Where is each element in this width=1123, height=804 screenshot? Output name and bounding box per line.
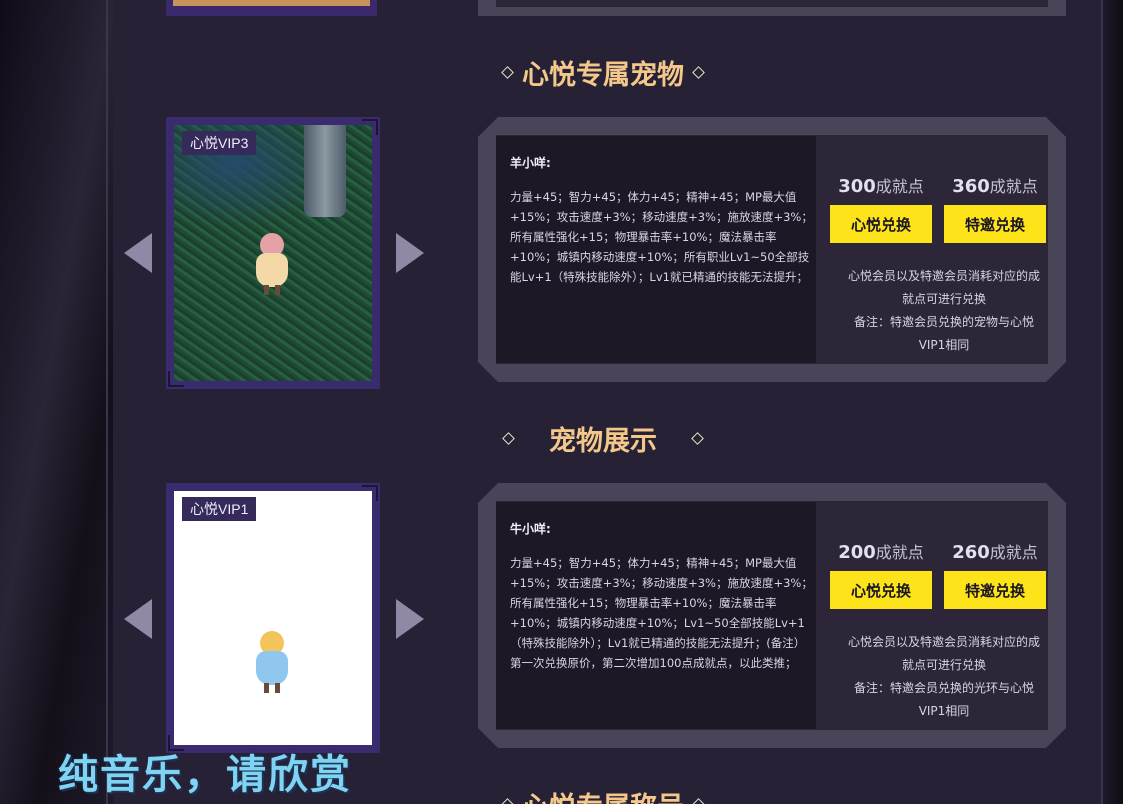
cost-value: 260 [952,542,990,563]
section-title-exclusive-title: 心悦专属称号 [478,784,728,804]
sprite-leg [275,683,280,693]
vip-tag: 心悦VIP3 [182,131,257,155]
pet-description-box: 羊小咩: 力量+45；智力+45；体力+45；精神+45；MP最大值+15%；攻… [496,136,816,363]
panel-corner [1046,362,1066,382]
music-banner: 纯音乐，请欣赏 [58,752,352,798]
diamond-icon [501,797,514,804]
cost-value: 200 [838,542,876,563]
prev-arrow-icon[interactable] [124,233,152,273]
pet-attributes: 力量+45；智力+45；体力+45；精神+45；MP最大值+15%；攻击速度+3… [510,556,813,670]
pet-info-panel: 牛小咩: 力量+45；智力+45；体力+45；精神+45；MP最大值+15%；攻… [478,483,1066,748]
pet-name: 羊小咩: [510,156,551,170]
next-arrow-icon[interactable] [396,233,424,273]
xinyue-cost-column: 200成就点 心悦兑换 [830,539,932,609]
diamond-icon [692,797,705,804]
xinyue-exchange-button[interactable]: 心悦兑换 [830,205,932,243]
tree-trunk [304,125,346,217]
section-title-text: 心悦专属称号 [522,785,684,804]
cost-unit: 成就点 [875,543,924,562]
sprite-leg [275,285,280,295]
panel-corner [478,483,498,503]
pet-info-panel: 羊小咩: 力量+45；智力+45；体力+45；精神+45；MP最大值+15%；攻… [478,117,1066,382]
note-line: 备注：特邀会员兑换的宠物与心悦VIP1相同 [853,315,1034,352]
xinyue-exchange-button[interactable]: 心悦兑换 [830,571,932,609]
previous-pet-image-remnant [166,0,377,16]
cost-group: 200成就点 心悦兑换 260成就点 特邀兑换 [830,539,1046,609]
section-title-text: 宠物展示 [549,425,657,457]
left-background [0,0,113,804]
pet-description-box: 牛小咩: 力量+45；智力+45；体力+45；精神+45；MP最大值+15%；攻… [496,502,816,729]
panel-corner [1046,483,1066,503]
sprite-leg [264,683,269,693]
cost-group: 300成就点 心悦兑换 360成就点 特邀兑换 [830,173,1046,243]
panel-corner [1046,117,1066,137]
diamond-icon [691,431,704,445]
cost-value: 360 [952,176,990,197]
invite-cost-column: 360成就点 特邀兑换 [944,173,1046,243]
invite-cost: 260成就点 [944,539,1046,563]
next-arrow-icon[interactable] [396,599,424,639]
cost-unit: 成就点 [875,177,924,196]
note-line: 备注：特邀会员兑换的光环与心悦VIP1相同 [853,681,1034,718]
sprite-body [256,651,288,685]
panel-corner [478,117,498,137]
panel-corner [478,362,498,382]
pet-name: 牛小咩: [510,522,551,536]
xinyue-cost: 200成就点 [830,539,932,563]
sprite-body [256,253,288,287]
exchange-notes: 心悦会员以及特邀会员消耗对应的成就点可进行兑换 备注：特邀会员兑换的光环与心悦V… [846,631,1042,723]
section-title-text: 心悦专属宠物 [522,59,684,91]
pet-sprite-sheep [252,233,292,295]
pet-image-frame: 心悦VIP1 [166,483,380,753]
invite-cost-column: 260成就点 特邀兑换 [944,539,1046,609]
pet-scene: 心悦VIP1 [174,491,372,745]
pet-scene: 心悦VIP3 [174,125,372,381]
section-title-pet-display: 宠物展示 [478,418,728,458]
xinyue-cost: 300成就点 [830,173,932,197]
sprite-leg [264,285,269,295]
pet-image-frame: 心悦VIP3 [166,117,380,389]
diamond-icon [501,65,514,79]
cost-unit: 成就点 [989,543,1038,562]
invite-exchange-button[interactable]: 特邀兑换 [944,205,1046,243]
vip-tag: 心悦VIP1 [182,497,257,521]
invite-exchange-button[interactable]: 特邀兑换 [944,571,1046,609]
previous-panel-remnant [478,0,1066,16]
exchange-notes: 心悦会员以及特邀会员消耗对应的成就点可进行兑换 备注：特邀会员兑换的宠物与心悦V… [846,265,1042,357]
panel-corner [478,728,498,748]
prev-arrow-icon[interactable] [124,599,152,639]
pet-sprite-cow [252,631,292,693]
section-title-exclusive-pet: 心悦专属宠物 [478,52,728,92]
note-line: 心悦会员以及特邀会员消耗对应的成就点可进行兑换 [847,635,1040,672]
note-line: 心悦会员以及特邀会员消耗对应的成就点可进行兑换 [847,269,1040,306]
panel-corner [1046,728,1066,748]
right-background [1101,0,1123,804]
invite-cost: 360成就点 [944,173,1046,197]
pet-attributes: 力量+45；智力+45；体力+45；精神+45；MP最大值+15%；攻击速度+3… [510,190,813,284]
diamond-icon [692,65,705,79]
cost-value: 300 [838,176,876,197]
xinyue-cost-column: 300成就点 心悦兑换 [830,173,932,243]
cost-unit: 成就点 [989,177,1038,196]
diamond-icon [502,431,515,445]
